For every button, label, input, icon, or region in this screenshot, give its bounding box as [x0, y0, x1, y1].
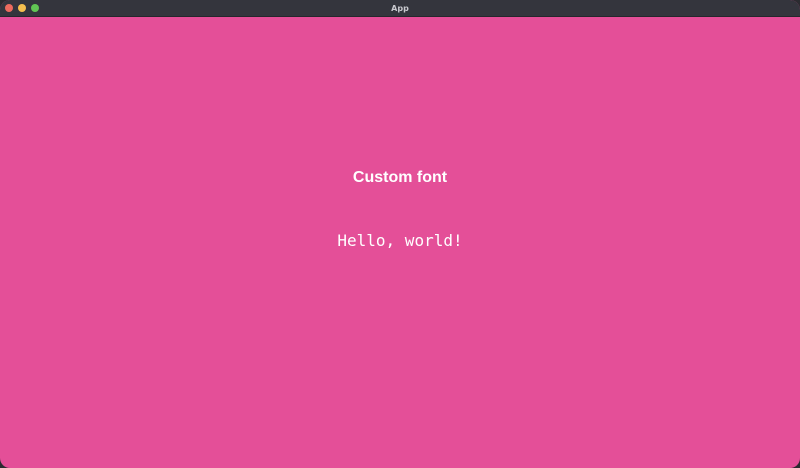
window-title: App: [391, 4, 409, 13]
app-window: App Custom font Hello, world!: [0, 0, 800, 468]
content-area: Custom font Hello, world!: [0, 17, 800, 468]
title-bar[interactable]: App: [0, 0, 800, 17]
custom-font-heading: Custom font: [352, 169, 448, 186]
hello-world-text: Hello, world!: [337, 231, 463, 250]
